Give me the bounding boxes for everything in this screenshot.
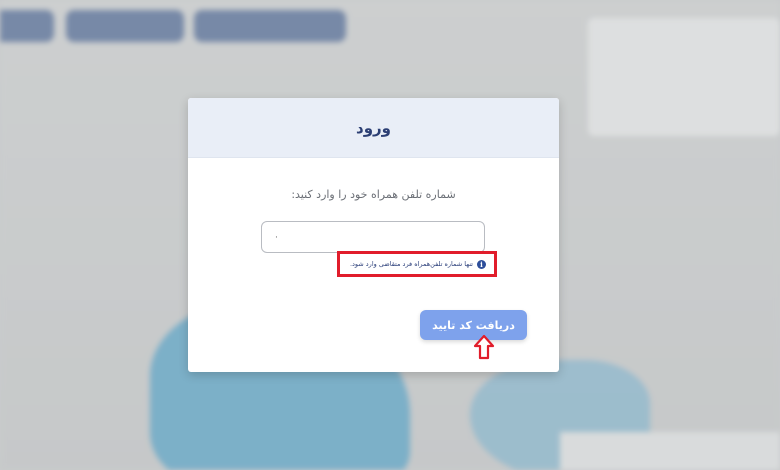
modal-header: ورود [188, 98, 559, 158]
input-cursor-mark: · [275, 233, 278, 243]
arrow-up-icon [473, 334, 495, 360]
phone-prompt-label: شماره تلفن همراه خود را وارد کنید: [291, 188, 456, 201]
login-modal: ورود شماره تلفن همراه خود را وارد کنید: … [188, 98, 559, 372]
phone-number-input[interactable] [261, 221, 485, 253]
modal-title: ورود [356, 118, 391, 137]
info-icon: i [477, 259, 486, 269]
highlighted-hint: تنها شماره تلفن‌همراه فرد متقاضی وارد شو… [337, 251, 497, 277]
hint-text: تنها شماره تلفن‌همراه فرد متقاضی وارد شو… [349, 260, 473, 268]
